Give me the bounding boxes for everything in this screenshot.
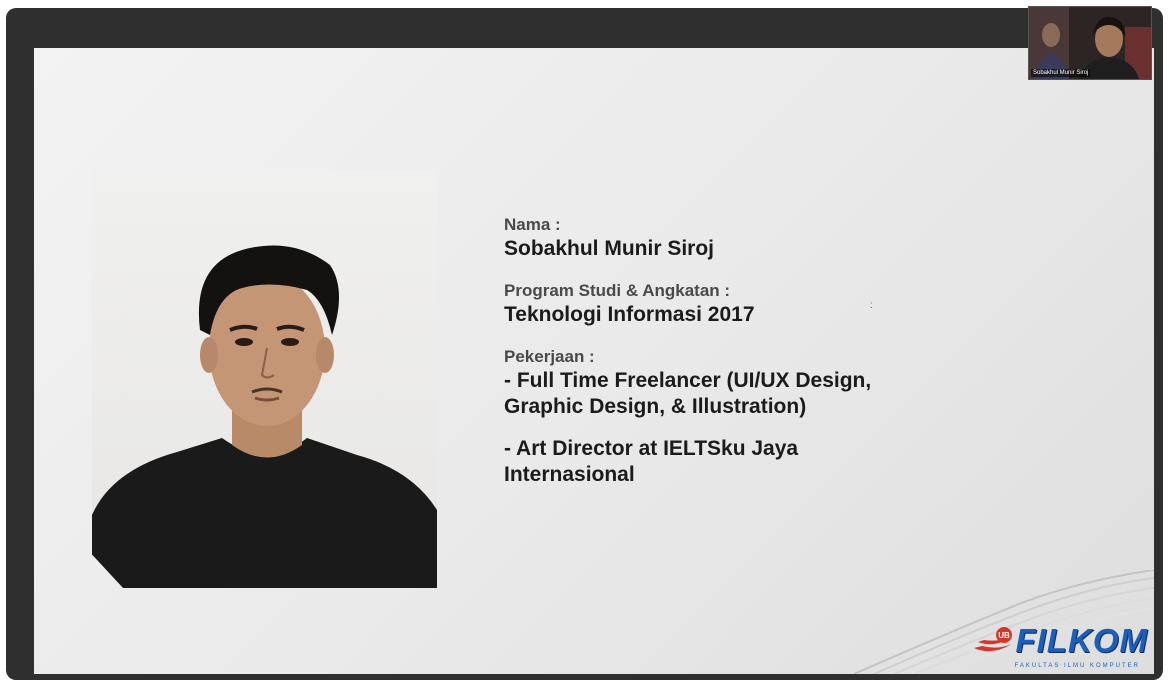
filkom-subtitle: FAKULTAS ILMU KOMPUTER [1014,663,1140,669]
filkom-logo-area: UB FILKOM FAKULTAS ILMU KOMPUTER [834,570,1154,674]
name-value: Sobakhul Munir Siroj [504,237,715,260]
webcam-participant-name: Sobakhul Munir Siroj [1031,69,1091,77]
study-block: Program Studi & Angkatan : Teknologi Inf… [504,280,1024,328]
presentation-slide: Nama : Sobakhul Munir Siroj Program Stud… [34,48,1154,674]
webcam-thumbnail[interactable]: Sobakhul Munir Siroj [1028,6,1152,80]
study-value: Teknologi Informasi 2017 [504,303,755,326]
filkom-logo: UB FILKOM [972,622,1148,659]
job-label: Pekerjaan : [504,347,595,366]
study-label: Program Studi & Angkatan : [504,281,731,300]
filkom-text: FILKOM [1015,622,1148,659]
stray-mark: : [870,300,873,311]
ub-emblem-icon: UB [972,626,1016,656]
name-block: Nama : Sobakhul Munir Siroj [504,214,1024,262]
job-block: Pekerjaan : - Full Time Freelancer (UI/U… [504,346,1024,488]
job-item: - Art Director at IELTSku Jaya Internasi… [504,437,799,486]
name-label: Nama : [504,215,561,234]
person-illustration [92,245,437,588]
profile-info: Nama : Sobakhul Munir Siroj Program Stud… [504,214,1024,506]
profile-photo [92,170,437,588]
job-item: - Full Time Freelancer (UI/UX Design, Gr… [504,369,872,418]
svg-text:UB: UB [998,631,1010,640]
screen-share-frame: Nama : Sobakhul Munir Siroj Program Stud… [6,8,1163,680]
